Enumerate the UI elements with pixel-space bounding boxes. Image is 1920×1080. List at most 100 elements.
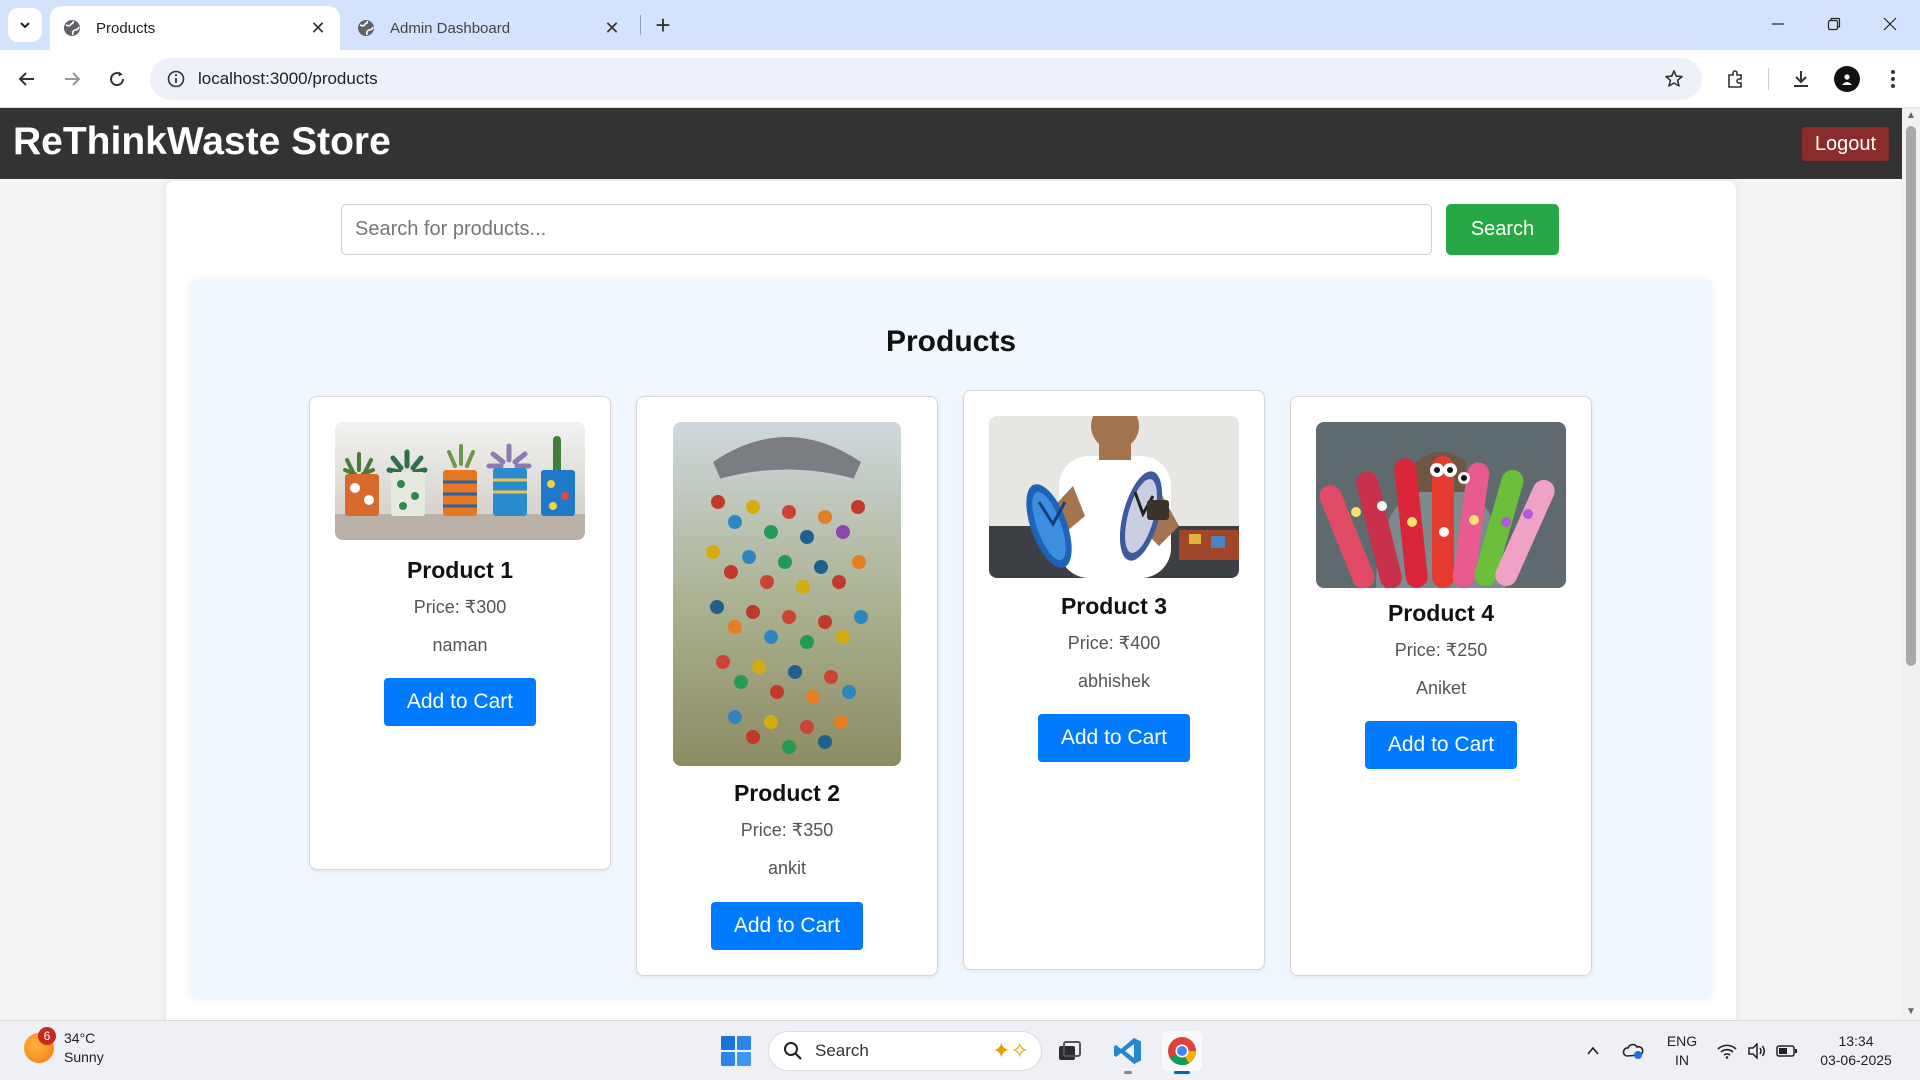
globe-icon [358, 20, 374, 36]
globe-icon [64, 20, 80, 36]
weather-widget[interactable]: 6 34°C Sunny [24, 1027, 104, 1067]
forward-button[interactable] [55, 62, 89, 96]
close-icon [1883, 17, 1897, 31]
more-menu-icon[interactable] [1876, 62, 1910, 96]
close-icon[interactable]: ✕ [602, 18, 622, 38]
tab-separator [640, 15, 641, 35]
sun-icon: 6 [24, 1027, 56, 1063]
wifi-icon[interactable] [1714, 1021, 1740, 1080]
chrome-app[interactable] [1162, 1031, 1202, 1074]
tab-products[interactable]: Products ✕ [50, 6, 340, 50]
product-image[interactable] [673, 422, 901, 766]
product-image[interactable] [1316, 422, 1566, 588]
taskbar: 6 34°C Sunny Search ✦✧ ENG IN 13:34 03-0… [0, 1020, 1920, 1080]
products-heading: Products [885, 325, 1017, 358]
language-indicator[interactable]: ENG IN [1660, 1021, 1704, 1080]
product-seller: naman [432, 635, 488, 655]
vscode-app[interactable] [1108, 1031, 1148, 1074]
close-window-button[interactable] [1862, 0, 1918, 48]
product-seller: Aniket [1415, 678, 1467, 698]
taskbar-search[interactable]: Search ✦✧ [768, 1031, 1042, 1071]
app-running-indicator [1124, 1071, 1132, 1074]
add-to-cart-button[interactable]: Add to Cart [711, 902, 863, 950]
vscode-icon [1114, 1038, 1141, 1064]
address-bar[interactable]: localhost:3000/products [150, 58, 1702, 100]
site-title: ReThinkWaste Store [13, 120, 391, 163]
clock[interactable]: 13:34 03-06-2025 [1810, 1021, 1902, 1080]
show-hidden-icons-button[interactable] [1580, 1021, 1606, 1080]
onedrive-icon[interactable] [1618, 1021, 1648, 1080]
chevron-down-icon [20, 22, 30, 29]
page-viewport: ReThinkWaste Store Logout Search Product… [0, 108, 1902, 1020]
tab-title: Admin Dashboard [390, 19, 511, 37]
tab-search-button[interactable] [8, 8, 42, 42]
url-text[interactable]: localhost:3000/products [198, 69, 1654, 89]
restore-icon [1827, 17, 1841, 31]
product-name: Product 3 [1060, 593, 1168, 619]
product-card: Product 4 Price: ₹250 Aniket Add to Cart [1290, 396, 1592, 976]
search-icon [784, 1042, 802, 1060]
close-icon[interactable]: ✕ [308, 18, 328, 38]
notification-badge: 6 [38, 1027, 56, 1045]
painted-sticks-image [1316, 422, 1566, 588]
new-tab-button[interactable]: + [648, 10, 678, 40]
main-container: Search Products [166, 181, 1736, 1020]
site-header: ReThinkWaste Store Logout [0, 108, 1902, 179]
product-image[interactable] [335, 422, 585, 540]
browser-toolbar: localhost:3000/products [0, 50, 1920, 108]
volume-icon[interactable] [1744, 1021, 1770, 1080]
chrome-icon [1168, 1037, 1197, 1066]
reload-button[interactable] [100, 62, 134, 96]
minimize-icon [1772, 23, 1784, 25]
search-button[interactable]: Search [1446, 204, 1559, 255]
product-name: Product 1 [406, 557, 514, 583]
site-info-icon[interactable] [156, 58, 196, 100]
language-region: IN [1675, 1052, 1689, 1068]
product-price: Price: ₹250 [1394, 640, 1488, 660]
language-code: ENG [1666, 1033, 1698, 1049]
scroll-thumb[interactable] [1906, 126, 1916, 666]
product-seller: ankit [767, 858, 807, 878]
profile-avatar[interactable] [1834, 66, 1860, 92]
product-image[interactable] [989, 416, 1239, 578]
product-name: Product 4 [1387, 600, 1495, 626]
add-to-cart-button[interactable]: Add to Cart [384, 678, 536, 726]
back-button[interactable] [10, 62, 44, 96]
task-view-button[interactable] [1050, 1031, 1090, 1071]
search-input[interactable] [341, 204, 1432, 255]
battery-icon[interactable] [1774, 1021, 1800, 1080]
weather-temperature: 34°C [64, 1030, 96, 1046]
task-view-icon [1059, 1041, 1081, 1060]
scroll-down-icon[interactable]: ▼ [1906, 1007, 1916, 1017]
browser-tab-bar: Products ✕ Admin Dashboard ✕ + [0, 0, 1920, 50]
product-name: Product 2 [733, 780, 841, 806]
star-icon[interactable] [1654, 58, 1694, 100]
page-scrollbar[interactable]: ▲ ▼ [1902, 108, 1920, 1020]
product-price: Price: ₹350 [740, 820, 834, 840]
product-price: Price: ₹300 [413, 597, 507, 617]
products-panel: Products Product 1 Price: ₹300 naman Add… [189, 279, 1713, 999]
restore-button[interactable] [1806, 0, 1862, 48]
chevron-up-icon [1587, 1046, 1599, 1055]
logout-button[interactable]: Logout [1802, 127, 1889, 161]
profile-icon [1842, 74, 1852, 85]
tab-title: Products [96, 19, 156, 37]
product-card: Product 3 Price: ₹400 abhishek Add to Ca… [963, 390, 1265, 970]
download-icon[interactable] [1784, 62, 1818, 96]
minimize-button[interactable] [1750, 0, 1806, 48]
product-price: Price: ₹400 [1067, 633, 1161, 653]
windows-logo-icon [721, 1036, 751, 1066]
scroll-up-icon[interactable]: ▲ [1906, 111, 1916, 121]
app-active-indicator [1174, 1071, 1190, 1074]
tab-admin-dashboard[interactable]: Admin Dashboard ✕ [344, 6, 634, 50]
extensions-icon[interactable] [1718, 62, 1752, 96]
sparkle-icon: ✦✧ [992, 1038, 1029, 1063]
flip-flops-image [989, 416, 1239, 578]
add-to-cart-button[interactable]: Add to Cart [1038, 714, 1190, 762]
reload-icon [110, 71, 125, 87]
product-seller: abhishek [1077, 671, 1151, 691]
clock-date: 03-06-2025 [1820, 1052, 1892, 1068]
add-to-cart-button[interactable]: Add to Cart [1365, 721, 1517, 769]
start-button[interactable] [720, 1035, 752, 1067]
weather-condition: Sunny [64, 1049, 104, 1065]
